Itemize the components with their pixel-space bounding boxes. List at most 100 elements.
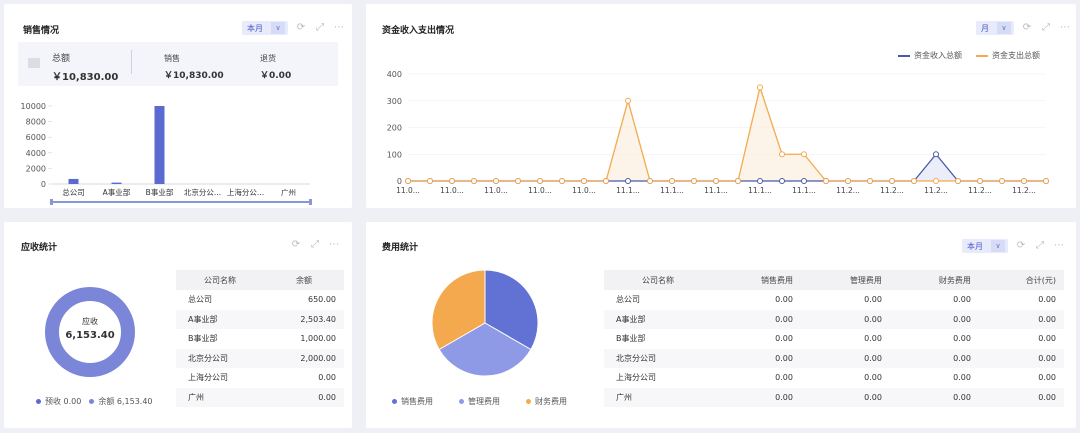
chevron-down-icon: ∨ [991, 240, 1005, 252]
table-cell: 0.00 [889, 309, 979, 329]
x-tick-label: 11.2... [880, 186, 904, 195]
expense-point[interactable] [647, 178, 653, 184]
expense-point[interactable] [537, 178, 543, 184]
expense-point[interactable] [1021, 178, 1027, 184]
expense-point[interactable] [801, 151, 807, 158]
expense-point[interactable] [581, 178, 587, 184]
table-cell: A事业部 [604, 309, 712, 329]
expense-point[interactable] [405, 178, 411, 184]
legend-finance-expense[interactable]: 财务费用 [526, 396, 567, 407]
expense-point[interactable] [471, 178, 477, 184]
income-point[interactable] [779, 178, 785, 184]
table-row[interactable]: 广州 0.00 0.00 0.00 0.00 [604, 387, 1064, 407]
summary-total-label: 总额 [52, 54, 71, 64]
expense-point[interactable] [625, 97, 631, 104]
table-row[interactable]: A事业部 2,503.40 [176, 309, 344, 329]
income-point[interactable] [757, 178, 763, 184]
refresh-icon[interactable]: ⟳ [1021, 22, 1033, 34]
cashflow-period-select[interactable]: 月 ∨ [976, 21, 1014, 35]
table-row[interactable]: 广州 0.00 [176, 387, 344, 407]
legend-expense[interactable]: 资金支出总额 [976, 50, 1040, 61]
table-cell: 0.00 [264, 387, 344, 407]
expense-point[interactable] [691, 178, 697, 184]
table-row[interactable]: B事业部 1,000.00 [176, 329, 344, 349]
table-cell: 0.00 [712, 309, 801, 329]
table-cell: 上海分公司 [188, 373, 228, 383]
table-row[interactable]: 北京分公司 2,000.00 [176, 348, 344, 368]
table-row[interactable]: 总公司 0.00 0.00 0.00 0.00 [604, 290, 1064, 310]
sales-period-select[interactable]: 本月 ∨ [242, 21, 288, 35]
table-row[interactable]: 总公司 650.00 [176, 290, 344, 310]
expense-point[interactable] [823, 178, 829, 184]
legend-income[interactable]: 资金收入总额 [898, 50, 962, 61]
y-tick-label: 300 [387, 97, 402, 106]
table-cell: 0.00 [953, 334, 971, 344]
expense-point[interactable] [713, 178, 719, 184]
legend-admin-expense-label: 管理费用 [468, 397, 500, 406]
receivable-legend: 预收 0.00 余额 6,153.40 [36, 396, 153, 407]
bar[interactable] [111, 182, 122, 184]
expense-point[interactable] [757, 84, 763, 91]
expense-point[interactable] [449, 178, 455, 184]
expense-point[interactable] [1043, 178, 1049, 184]
table-cell: 0.00 [775, 334, 793, 344]
x-tick-label: 11.0... [396, 186, 420, 195]
expand-icon[interactable]: ⤢ [1040, 22, 1052, 34]
legend-prepaid-dot [36, 399, 41, 404]
table-cell: 2,000.00 [264, 348, 344, 368]
income-point[interactable] [801, 178, 807, 184]
zoom-slider-handle-left[interactable] [50, 199, 53, 205]
expense-point[interactable] [735, 178, 741, 184]
expense-point[interactable] [779, 151, 785, 158]
expense-point[interactable] [845, 178, 851, 184]
expense-point[interactable] [515, 178, 521, 184]
y-tick-label: 10000 [21, 102, 46, 111]
legend-balance[interactable]: 余额 6,153.40 [89, 396, 153, 407]
expense-point[interactable] [999, 178, 1005, 184]
table-row[interactable]: 北京分公司 0.00 0.00 0.00 0.00 [604, 348, 1064, 368]
refresh-icon[interactable]: ⟳ [290, 239, 302, 251]
income-point[interactable] [933, 151, 939, 158]
expense-point[interactable] [559, 178, 565, 184]
bar[interactable] [154, 106, 165, 184]
table-row[interactable]: 上海分公司 0.00 0.00 0.00 0.00 [604, 368, 1064, 388]
zoom-slider-handle-right[interactable] [309, 199, 312, 205]
legend-admin-expense[interactable]: 管理费用 [459, 396, 500, 407]
legend-sales-expense-dot [392, 399, 397, 404]
expense-point[interactable] [977, 178, 983, 184]
table-row[interactable]: A事业部 0.00 0.00 0.00 0.00 [604, 309, 1064, 329]
more-icon[interactable]: ⋯ [333, 22, 345, 34]
expense-point[interactable] [911, 178, 917, 184]
expense-point[interactable] [493, 178, 499, 184]
expense-point[interactable] [955, 178, 961, 184]
cashflow-card: 资金收入支出情况 月 ∨ ⟳ ⤢ ⋯ 资金收入总额 资金支出总额 0 100 200… [366, 4, 1076, 208]
more-icon[interactable]: ⋯ [328, 239, 340, 251]
table-cell: 北京分公司 [604, 348, 712, 368]
income-point[interactable] [625, 178, 631, 184]
expense-point[interactable] [669, 178, 675, 184]
table-cell: B事业部 [188, 334, 218, 344]
table-cell: 0.00 [712, 387, 801, 407]
table-cell: 2,503.40 [264, 309, 344, 329]
table-row[interactable]: 上海分公司 0.00 [176, 368, 344, 388]
legend-expense-label: 资金支出总额 [992, 51, 1040, 60]
expand-icon[interactable]: ⤢ [1034, 240, 1046, 252]
expense-point[interactable] [867, 178, 873, 184]
bar[interactable] [68, 178, 79, 184]
refresh-icon[interactable]: ⟳ [1015, 240, 1027, 252]
expense-point[interactable] [933, 178, 939, 184]
table-cell: 0.00 [978, 387, 1064, 407]
expand-icon[interactable]: ⤢ [314, 22, 326, 34]
refresh-icon[interactable]: ⟳ [295, 22, 307, 34]
legend-prepaid[interactable]: 预收 0.00 [36, 396, 81, 407]
table-row[interactable]: B事业部 0.00 0.00 0.00 0.00 [604, 329, 1064, 349]
more-icon[interactable]: ⋯ [1053, 240, 1065, 252]
expense-period-select[interactable]: 本月 ∨ [962, 239, 1008, 253]
legend-sales-expense[interactable]: 销售费用 [392, 396, 433, 407]
expense-point[interactable] [889, 178, 895, 184]
more-icon[interactable]: ⋯ [1059, 22, 1071, 34]
summary-sales: 销售 ￥10,830.00 [164, 53, 224, 81]
expense-point[interactable] [603, 178, 609, 184]
expand-icon[interactable]: ⤢ [309, 239, 321, 251]
expense-point[interactable] [427, 178, 433, 184]
